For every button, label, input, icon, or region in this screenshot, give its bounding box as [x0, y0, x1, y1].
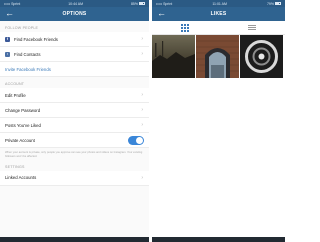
posts-liked-row[interactable]: Posts You've Liked › [0, 118, 149, 133]
bottom-tab-bar [152, 237, 285, 242]
private-account-note: When your account is private, only peopl… [0, 148, 149, 163]
row-label: Private Account [5, 137, 35, 143]
facebook-icon: f [5, 36, 10, 42]
find-contacts-row[interactable]: ▪ Find Contacts › [0, 47, 149, 62]
back-arrow-icon[interactable]: ← [5, 9, 14, 18]
chevron-right-icon: › [141, 122, 143, 128]
battery-label: 79% [266, 1, 274, 6]
row-label: Linked Accounts [5, 175, 37, 181]
battery-icon [274, 2, 281, 5]
back-arrow-icon[interactable]: ← [157, 9, 166, 18]
chevron-right-icon: › [141, 36, 143, 42]
battery-icon [139, 2, 145, 5]
view-tabs [152, 21, 285, 35]
liked-photos-grid [152, 35, 285, 78]
section-header-settings: SETTINGS [5, 164, 25, 169]
status-time: 11:01 AM [212, 1, 227, 6]
status-bar: ••••• Sprint 11:01 AM 79% [152, 0, 285, 7]
row-label: Posts You've Liked [5, 122, 41, 128]
private-account-row: Private Account [0, 133, 149, 148]
nav-bar: ← OPTIONS [0, 7, 149, 21]
options-screen: ••••• Sprint 10:44 AM 85% ← OPTIONS FOLL… [0, 0, 150, 242]
tab-grid-view[interactable] [152, 21, 219, 35]
chevron-right-icon: › [141, 107, 143, 113]
chevron-right-icon: › [141, 174, 143, 181]
toggle-knob [136, 137, 143, 144]
liked-photo-2[interactable] [196, 35, 239, 78]
grid-icon [181, 23, 190, 32]
bottom-tab-bar [0, 237, 149, 242]
row-label: Find Facebook Friends [14, 36, 58, 42]
row-label: Change Password [5, 107, 41, 113]
status-bar: ••••• Sprint 10:44 AM 85% [0, 0, 149, 7]
row-label: Find Contacts [14, 51, 41, 57]
chevron-right-icon: › [141, 51, 143, 57]
likes-screen: ••••• Sprint 11:01 AM 79% ← LIKES [152, 0, 285, 242]
private-account-toggle[interactable] [128, 136, 144, 145]
linked-accounts-row[interactable]: Linked Accounts › [0, 170, 149, 186]
page-title: LIKES [210, 11, 227, 17]
carrier-label: ••••• Sprint [4, 1, 21, 6]
page-title: OPTIONS [62, 11, 87, 17]
carrier-label: ••••• Sprint [156, 1, 173, 6]
battery-label: 85% [130, 1, 138, 6]
chevron-right-icon: › [141, 92, 143, 98]
list-icon [247, 24, 256, 31]
tab-list-view[interactable] [219, 21, 286, 35]
section-header-follow-people: FOLLOW PEOPLE [5, 26, 39, 30]
status-time: 10:44 AM [68, 1, 84, 6]
edit-profile-row[interactable]: Edit Profile › [0, 88, 149, 103]
liked-photo-3[interactable] [240, 35, 283, 78]
section-header-account: ACCOUNT [5, 82, 25, 86]
liked-photo-1[interactable] [152, 35, 195, 78]
row-label: Edit Profile [5, 92, 26, 98]
row-label: Invite Facebook Friends [5, 66, 51, 72]
contacts-icon: ▪ [5, 51, 10, 57]
invite-facebook-friends-link[interactable]: Invite Facebook Friends [0, 62, 149, 77]
nav-bar: ← LIKES [152, 7, 285, 21]
find-facebook-friends-row[interactable]: f Find Facebook Friends › [0, 32, 149, 47]
change-password-row[interactable]: Change Password › [0, 103, 149, 118]
